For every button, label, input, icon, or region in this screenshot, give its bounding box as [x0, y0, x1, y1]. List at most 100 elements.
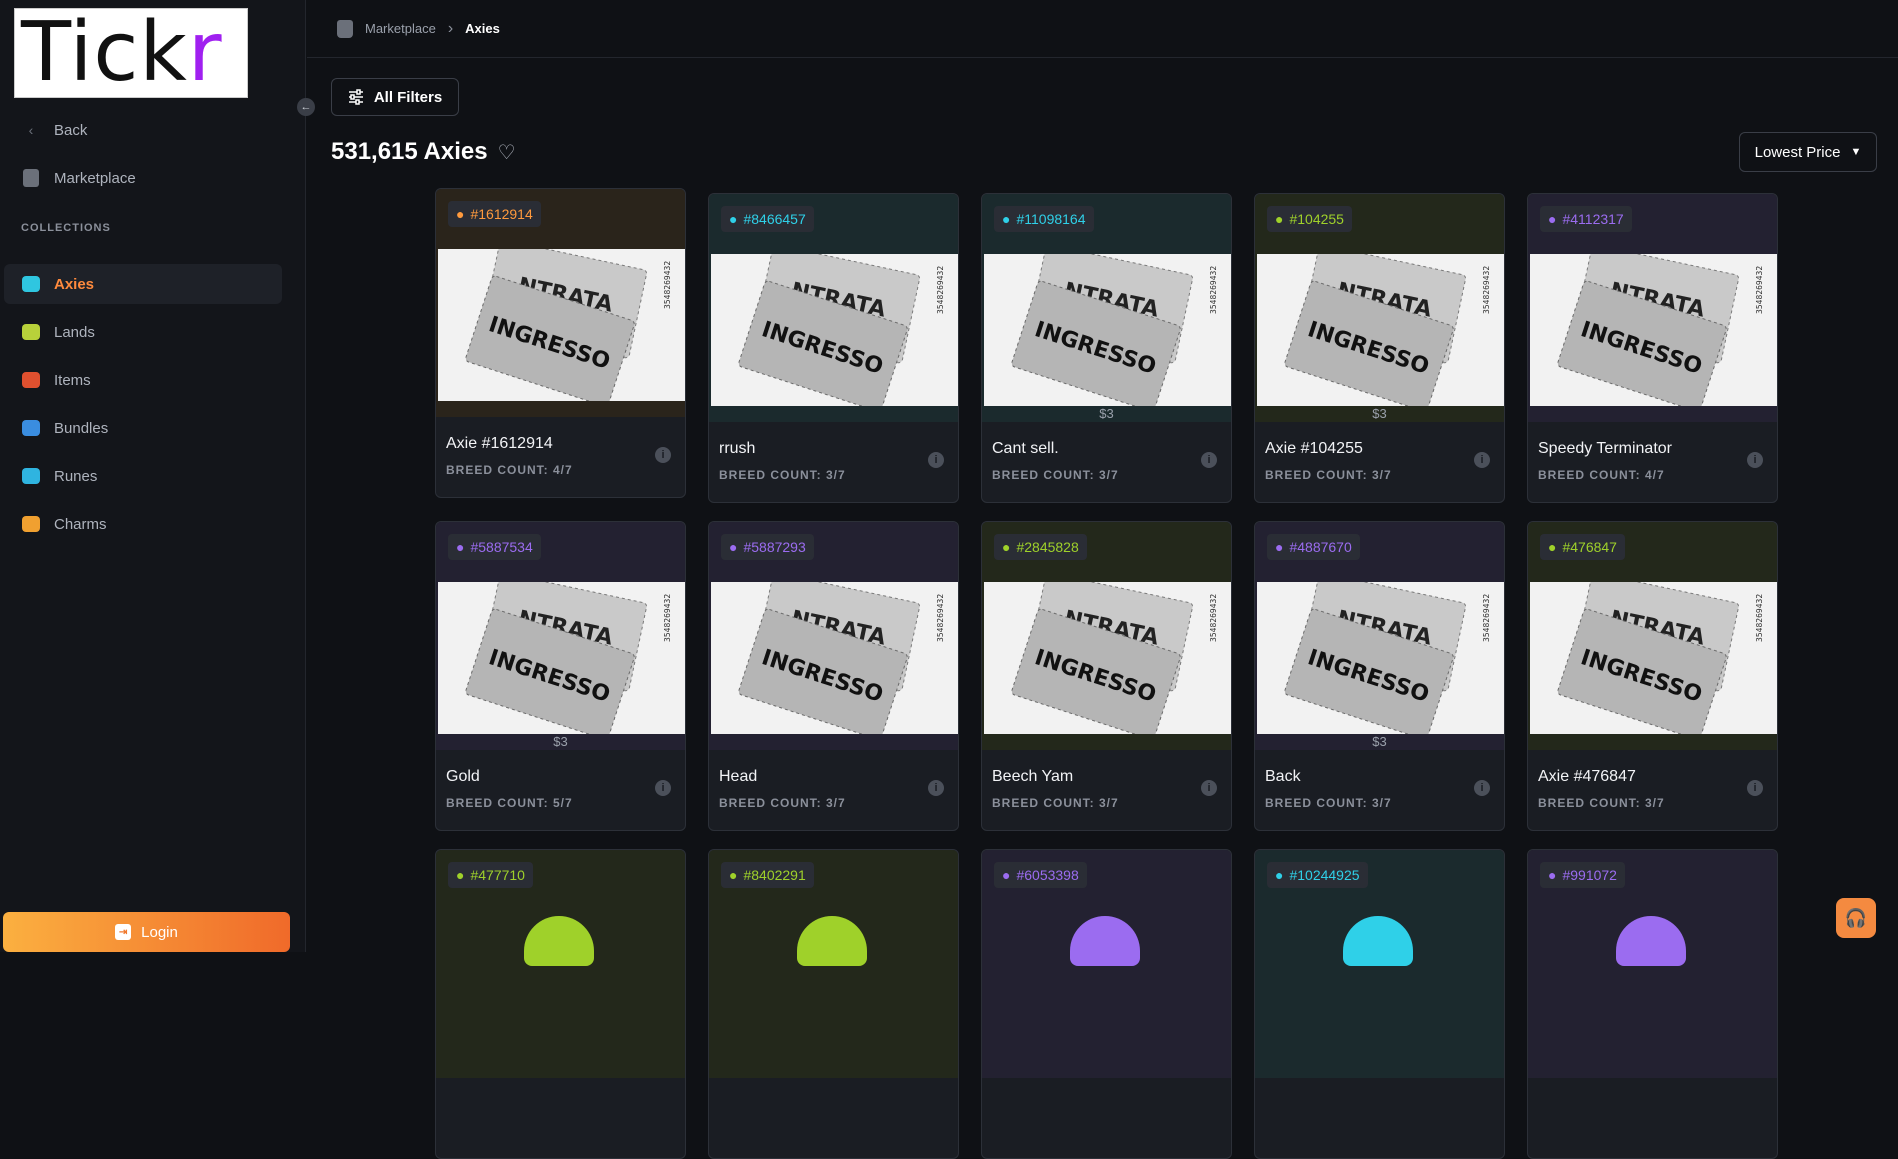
axie-name: Head [719, 768, 758, 785]
axie-card[interactable]: ● #477710 [435, 849, 686, 1159]
sidebar-item-bundles[interactable]: Bundles [4, 408, 282, 448]
logo-accent: r [187, 5, 223, 100]
axie-id: #476847 [1562, 539, 1617, 555]
sort-dropdown[interactable]: Lowest Price ▼ [1739, 132, 1877, 172]
info-icon[interactable]: i [1474, 452, 1490, 468]
sidebar-item-lands[interactable]: Lands [4, 312, 282, 352]
info-icon[interactable]: i [655, 447, 671, 463]
axie-name: Axie #1612914 [446, 435, 553, 452]
charm-icon [20, 513, 42, 535]
axie-card[interactable]: ● #4112317 NTRATA INGRESSO 3548269432 Speedy … [1527, 193, 1778, 503]
aquatic-class-icon: ● [1002, 211, 1011, 227]
breed-count: BREED COUNT: 3/7 [1265, 796, 1392, 810]
logo-text: Tick [21, 5, 188, 100]
axie-id-badge: ● #5887293 [721, 534, 814, 560]
caret-down-icon: ▼ [1850, 146, 1862, 158]
login-button[interactable]: ⇥ Login [3, 912, 290, 952]
info-icon[interactable]: i [1747, 780, 1763, 796]
axie-image: NTRATA INGRESSO 3548269432 [711, 254, 958, 406]
axie-card[interactable]: ● #6053398 [981, 849, 1232, 1159]
breed-count: BREED COUNT: 3/7 [1265, 468, 1392, 482]
bag-icon [20, 167, 42, 189]
axie-name: Cant sell. [992, 440, 1059, 457]
breadcrumb-marketplace[interactable]: Marketplace [365, 21, 436, 36]
sidebar-item-label: Charms [54, 515, 107, 533]
axie-id: #2845828 [1016, 539, 1079, 555]
axie-name: Speedy Terminator [1538, 440, 1672, 457]
info-icon[interactable]: i [1201, 452, 1217, 468]
axie-card[interactable]: ● #1612914 NTRATA INGRESSO 3548269432 Axie #1… [435, 188, 686, 498]
sidebar-item-label: Lands [54, 323, 95, 341]
ticket-image: NTRATAINGRESSO3548269432 [438, 249, 685, 401]
sidebar-item-items[interactable]: Items [4, 360, 282, 400]
breed-count: BREED COUNT: 3/7 [1538, 796, 1665, 810]
axie-image: NTRATA INGRESSO 3548269432 [438, 582, 685, 734]
sidebar-item-charms[interactable]: Charms [4, 504, 282, 544]
info-icon[interactable]: i [655, 780, 671, 796]
axie-card[interactable]: ● #10244925 [1254, 849, 1505, 1159]
axie-price: $3 [1099, 406, 1114, 421]
breed-count: BREED COUNT: 3/7 [719, 796, 846, 810]
axie-id-badge: ● #991072 [1540, 862, 1625, 888]
breadcrumb: Marketplace › Axies [307, 0, 1898, 58]
plant-class-icon: ● [1002, 539, 1011, 555]
svg-text:3548269432: 3548269432 [663, 261, 672, 309]
axie-id-badge: ● #11098164 [994, 206, 1094, 232]
axie-id-badge: ● #6053398 [994, 862, 1087, 888]
axie-card[interactable]: ● #5887534 NTRATA INGRESSO 3548269432 $3 Gold B… [435, 521, 686, 831]
axie-id: #6053398 [1016, 867, 1079, 883]
all-filters-button[interactable]: All Filters [331, 78, 459, 116]
back-link[interactable]: ‹ Back [4, 110, 282, 150]
axie-card[interactable]: ● #104255 NTRATA INGRESSO 3548269432 $3 Axie #… [1254, 193, 1505, 503]
axie-id: #477710 [470, 867, 525, 883]
support-headset-icon[interactable]: 🎧 [1836, 898, 1876, 938]
info-icon[interactable]: i [1747, 452, 1763, 468]
axie-id: #5887293 [743, 539, 806, 555]
chevron-left-icon: ‹ [28, 122, 34, 138]
heart-icon[interactable]: ♡ [498, 140, 516, 165]
ticket-image: NTRATAINGRESSO3548269432 [1257, 582, 1504, 734]
svg-text:3548269432: 3548269432 [1482, 594, 1491, 642]
axie-name: rrush [719, 440, 756, 457]
sidebar-item-label: Runes [54, 467, 98, 485]
land-icon [20, 321, 42, 343]
bug-class-icon: ● [1002, 867, 1011, 883]
svg-text:3548269432: 3548269432 [1755, 266, 1764, 314]
rune-icon [20, 465, 42, 487]
axie-card[interactable]: ● #11098164 NTRATA INGRESSO 3548269432 $3 Cant… [981, 193, 1232, 503]
info-icon[interactable]: i [928, 452, 944, 468]
axie-card[interactable]: ● #476847 NTRATA INGRESSO 3548269432 Axie #47… [1527, 521, 1778, 831]
axie-card[interactable]: ● #8402291 [708, 849, 959, 1159]
breed-count: BREED COUNT: 3/7 [992, 468, 1119, 482]
ticket-image: NTRATAINGRESSO3548269432 [1530, 254, 1777, 406]
info-icon[interactable]: i [1201, 780, 1217, 796]
filters-icon [348, 89, 363, 105]
axie-name: Axie #104255 [1265, 440, 1363, 457]
info-icon[interactable]: i [928, 780, 944, 796]
logo[interactable]: Tickr [14, 8, 248, 98]
ticket-image: NTRATAINGRESSO3548269432 [711, 254, 958, 406]
results-count: 531,615 Axies ♡ [331, 138, 516, 166]
sidebar-item-runes[interactable]: Runes [4, 456, 282, 496]
axie-price: $3 [553, 734, 568, 749]
breed-count: BREED COUNT: 4/7 [446, 463, 573, 477]
axie-card[interactable]: ● #2845828 NTRATA INGRESSO 3548269432 Beech Y… [981, 521, 1232, 831]
results-count-text: 531,615 Axies [331, 138, 488, 165]
axie-id-badge: ● #4112317 [1540, 206, 1632, 232]
axie-card[interactable]: ● #5887293 NTRATA INGRESSO 3548269432 Head BRE… [708, 521, 959, 831]
axie-id: #8402291 [743, 867, 806, 883]
ticket-image: NTRATAINGRESSO3548269432 [984, 582, 1231, 734]
axie-id: #104255 [1289, 211, 1344, 227]
info-icon[interactable]: i [1474, 780, 1490, 796]
sidebar-item-marketplace[interactable]: Marketplace [4, 158, 282, 198]
svg-text:3548269432: 3548269432 [1209, 266, 1218, 314]
axie-id-badge: ● #5887534 [448, 534, 541, 560]
axie-id: #5887534 [470, 539, 533, 555]
breadcrumb-current: Axies [465, 21, 500, 36]
axie-card[interactable]: ● #8466457 NTRATA INGRESSO 3548269432 rrush BR… [708, 193, 959, 503]
axie-card[interactable]: ● #991072 [1527, 849, 1778, 1159]
bug-class-icon: ● [1275, 539, 1284, 555]
axie-card[interactable]: ● #4887670 NTRATA INGRESSO 3548269432 $3 Back B… [1254, 521, 1505, 831]
svg-text:3548269432: 3548269432 [663, 594, 672, 642]
sidebar-item-axies[interactable]: Axies [4, 264, 282, 304]
